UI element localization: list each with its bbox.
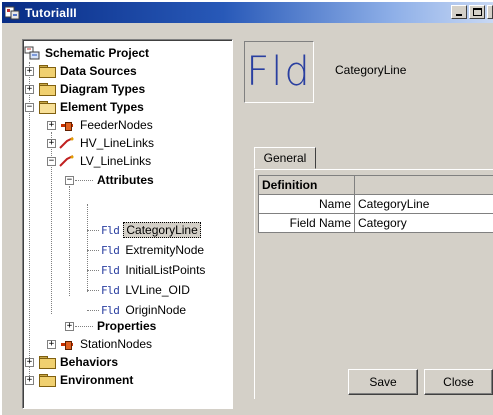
collapse-toggle[interactable]: −: [65, 176, 74, 185]
field-icon: Fld: [101, 283, 120, 297]
grid-row[interactable]: Name CategoryLine: [258, 194, 493, 214]
tree-line: [87, 204, 88, 292]
expand-toggle[interactable]: +: [47, 340, 56, 349]
link-type-icon: [59, 137, 75, 149]
grid-value-name[interactable]: CategoryLine: [354, 194, 493, 214]
app-icon: [4, 6, 21, 20]
tree-node-root[interactable]: Schematic Project: [24, 44, 151, 62]
tree-label: StationNodes: [80, 337, 153, 351]
field-type-large-icon: Fld: [244, 41, 314, 103]
close-window-button[interactable]: [487, 5, 493, 19]
tree-node-diagram-types[interactable]: Diagram Types: [39, 80, 147, 98]
project-icon: [24, 46, 40, 60]
tree-label: Behaviors: [60, 355, 119, 369]
collapse-toggle[interactable]: −: [47, 157, 56, 166]
tree-node-properties[interactable]: Properties: [95, 317, 158, 335]
tree-label: Attributes: [97, 173, 154, 187]
expand-toggle[interactable]: +: [25, 358, 34, 367]
field-icon: Fld: [101, 223, 120, 237]
tab-general[interactable]: General: [254, 147, 316, 169]
expand-toggle[interactable]: +: [25, 67, 34, 76]
tree-node-data-sources[interactable]: Data Sources: [39, 62, 139, 80]
tree-label: Environment: [60, 373, 134, 387]
tree-node-field[interactable]: Fld InitialListPoints: [101, 261, 207, 279]
folder-icon: [39, 65, 56, 78]
tree-label: FeederNodes: [80, 118, 153, 132]
maximize-button[interactable]: [469, 5, 485, 19]
tree-label: Element Types: [60, 100, 144, 114]
tree-node-feeder-nodes[interactable]: FeederNodes: [59, 116, 155, 134]
grid-key: Field Name: [258, 213, 355, 233]
tree-line: [87, 310, 99, 311]
grid-key: Name: [258, 194, 355, 214]
tree-node-attributes[interactable]: Attributes: [95, 171, 156, 189]
folder-icon: [39, 356, 56, 369]
tree-label: CategoryLine: [123, 222, 201, 238]
tree-label: HV_LineLinks: [80, 136, 155, 150]
tree-label: Data Sources: [60, 64, 137, 78]
field-icon: Fld: [101, 303, 120, 317]
tree-line: [75, 180, 93, 181]
title-bar[interactable]: TutorialII: [2, 2, 493, 23]
tree-node-hv-linelinks[interactable]: HV_LineLinks: [59, 134, 156, 152]
grid-row[interactable]: Field Name Category: [258, 213, 493, 233]
node-type-icon: [59, 119, 75, 131]
tree-node-behaviors[interactable]: Behaviors: [39, 353, 120, 371]
tree-label: ExtremityNode: [125, 243, 205, 257]
expand-toggle[interactable]: +: [65, 322, 74, 331]
tree-line: [75, 326, 93, 327]
tree-line: [87, 250, 99, 251]
tree-line: [87, 290, 99, 291]
expand-toggle[interactable]: +: [47, 139, 56, 148]
tree-node-station-nodes[interactable]: StationNodes: [59, 335, 154, 353]
window-title: TutorialII: [25, 5, 77, 20]
tree-node-element-types[interactable]: Element Types: [39, 98, 146, 116]
property-grid: Definition Name CategoryLine Field Name …: [258, 175, 493, 233]
tree-line: [87, 270, 99, 271]
tree-line: [87, 230, 99, 231]
tree-node-environment[interactable]: Environment: [39, 371, 135, 389]
tree-label: Diagram Types: [60, 82, 146, 96]
folder-icon: [39, 83, 56, 96]
detail-name: CategoryLine: [335, 63, 407, 77]
folder-icon: [39, 374, 56, 387]
grid-header-row: Definition: [258, 175, 493, 195]
window-body: Schematic Project + Data Sources + Diagr…: [2, 23, 493, 415]
grid-section-label: Definition: [258, 175, 355, 195]
tree-label: Schematic Project: [45, 46, 150, 60]
tree-label: LV_LineLinks: [80, 154, 152, 168]
tree-node-field[interactable]: Fld LVLine_OID: [101, 281, 192, 299]
collapse-toggle[interactable]: −: [25, 103, 34, 112]
tree-label: Properties: [97, 319, 157, 333]
expand-toggle[interactable]: +: [25, 376, 34, 385]
save-button[interactable]: Save: [348, 369, 418, 395]
field-icon: Fld: [101, 243, 120, 257]
tree-label: LVLine_OID: [125, 283, 190, 297]
tree-line: [69, 186, 70, 296]
expand-toggle[interactable]: +: [25, 85, 34, 94]
tree-view[interactable]: Schematic Project + Data Sources + Diagr…: [22, 39, 233, 409]
tree-node-lv-linelinks[interactable]: LV_LineLinks: [59, 152, 153, 170]
minimize-button[interactable]: [451, 5, 467, 19]
field-icon: Fld: [101, 263, 120, 277]
link-type-icon: [59, 155, 75, 167]
close-button[interactable]: Close: [424, 369, 493, 395]
open-folder-icon: [39, 101, 56, 114]
tree-node-field[interactable]: Fld ExtremityNode: [101, 241, 206, 259]
node-type-icon: [59, 338, 75, 350]
tree-label: InitialListPoints: [125, 263, 206, 277]
tree-node-field[interactable]: Fld CategoryLine: [101, 221, 201, 239]
minimize-icon: [456, 14, 462, 16]
grid-header-value: [354, 175, 493, 195]
grid-value-field-name[interactable]: Category: [354, 213, 493, 233]
maximize-icon: [473, 8, 482, 16]
expand-toggle[interactable]: +: [47, 121, 56, 130]
tree-label: OriginNode: [125, 303, 187, 317]
